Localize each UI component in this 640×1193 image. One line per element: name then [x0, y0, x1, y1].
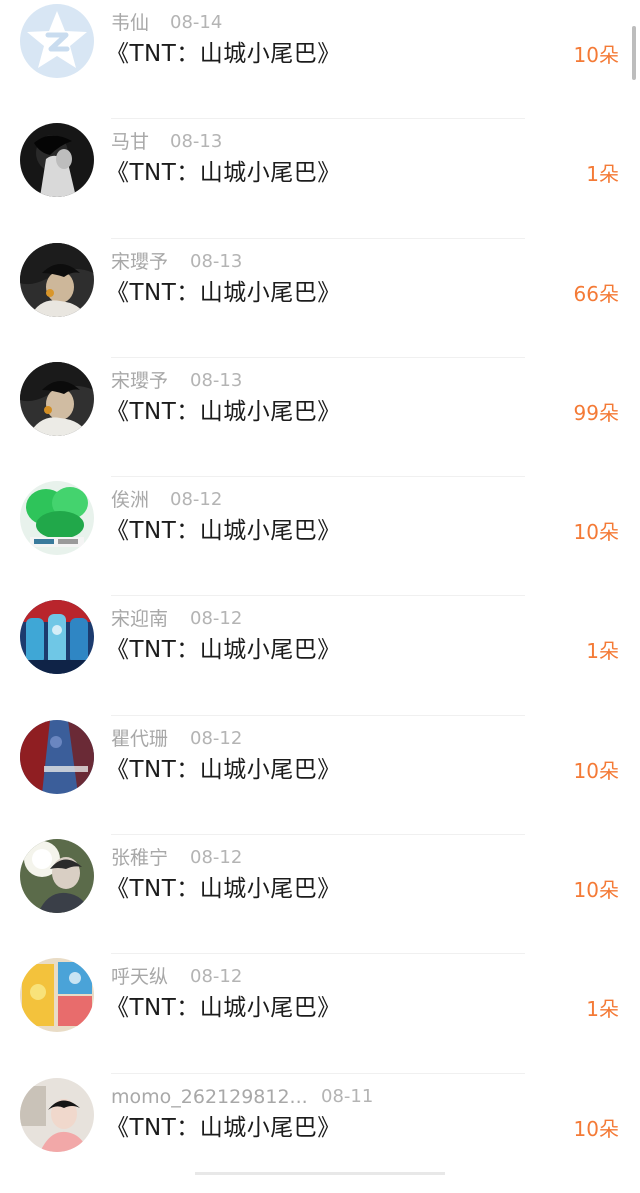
gift-date: 08-13 [190, 250, 243, 272]
work-title[interactable]: 《TNT：山城小尾巴》 [106, 1112, 341, 1144]
gift-date: 08-12 [190, 966, 243, 988]
avatar[interactable] [20, 4, 94, 78]
list-item[interactable]: 宋迎南 08-12 《TNT：山城小尾巴》 1朵 [0, 596, 640, 716]
user-photo-avatar-icon [20, 839, 94, 914]
list-item[interactable]: 宋瓔予 08-13 《TNT：山城小尾巴》 99朵 [0, 358, 640, 478]
flower-count: 99朵 [573, 400, 619, 425]
list-item[interactable]: 韦仙 08-14 《TNT：山城小尾巴》 10朵 [0, 0, 640, 120]
list-item[interactable]: 瞿代珊 08-12 《TNT：山城小尾巴》 10朵 [0, 716, 640, 836]
scrollbar[interactable] [632, 26, 636, 80]
gift-date: 08-13 [190, 369, 243, 391]
gift-record-list: 韦仙 08-14 《TNT：山城小尾巴》 10朵 马甘 08-13 《TNT：山… [0, 0, 640, 1193]
list-item[interactable]: 马甘 08-13 《TNT：山城小尾巴》 1朵 [0, 119, 640, 239]
user-photo-avatar-icon [20, 600, 94, 675]
avatar[interactable] [20, 481, 94, 556]
flower-count: 1朵 [586, 997, 619, 1022]
user-name[interactable]: 宋瓔予 [111, 249, 168, 275]
list-item[interactable]: 宋瓔予 08-13 《TNT：山城小尾巴》 66朵 [0, 239, 640, 358]
gift-date: 08-12 [190, 727, 243, 749]
avatar[interactable] [20, 1077, 94, 1152]
user-name[interactable]: 宋迎南 [111, 606, 168, 632]
work-title[interactable]: 《TNT：山城小尾巴》 [106, 754, 341, 786]
user-name[interactable]: 呼天纵 [111, 964, 168, 990]
work-title[interactable]: 《TNT：山城小尾巴》 [106, 396, 341, 428]
list-item[interactable]: 俟洲 08-12 《TNT：山城小尾巴》 10朵 [0, 477, 640, 597]
flower-count: 10朵 [573, 878, 619, 903]
gift-date: 08-12 [190, 608, 243, 630]
flower-count: 10朵 [573, 43, 619, 67]
work-title[interactable]: 《TNT：山城小尾巴》 [106, 992, 341, 1024]
avatar[interactable] [20, 123, 94, 198]
avatar[interactable] [20, 361, 94, 436]
user-name[interactable]: momo_262129812... [111, 1084, 308, 1110]
user-photo-avatar-icon [20, 123, 94, 198]
user-name[interactable]: 宋瓔予 [111, 368, 168, 394]
user-photo-avatar-icon [20, 1077, 94, 1152]
flower-count: 10朵 [573, 1116, 619, 1141]
work-title[interactable]: 《TNT：山城小尾巴》 [106, 515, 341, 547]
flower-count: 66朵 [573, 281, 619, 306]
user-photo-avatar-icon [20, 361, 94, 436]
work-title[interactable]: 《TNT：山城小尾巴》 [106, 157, 341, 189]
user-name[interactable]: 马甘 [111, 129, 149, 155]
flower-count: 10朵 [573, 758, 619, 783]
gift-date: 08-12 [170, 489, 223, 511]
work-title[interactable]: 《TNT：山城小尾巴》 [106, 38, 341, 70]
avatar[interactable] [20, 242, 94, 317]
list-item[interactable]: 呼天纵 08-12 《TNT：山城小尾巴》 1朵 [0, 954, 640, 1074]
gift-date: 08-13 [170, 131, 223, 153]
list-item[interactable]: 张稚宁 08-12 《TNT：山城小尾巴》 10朵 [0, 835, 640, 955]
work-title[interactable]: 《TNT：山城小尾巴》 [106, 277, 341, 309]
flower-count: 1朵 [586, 162, 619, 187]
user-name[interactable]: 俟洲 [111, 487, 149, 513]
flower-count: 1朵 [586, 639, 619, 664]
gift-date: 08-14 [170, 12, 223, 33]
user-name[interactable]: 韦仙 [111, 10, 149, 36]
flower-count: 10朵 [573, 520, 619, 545]
user-name[interactable]: 瞿代珊 [111, 726, 168, 752]
qq-default-avatar-icon [20, 4, 94, 78]
user-photo-avatar-icon [20, 481, 94, 556]
avatar[interactable] [20, 600, 94, 675]
user-photo-avatar-icon [20, 958, 94, 1033]
gift-date: 08-11 [321, 1085, 374, 1107]
list-item[interactable]: momo_262129812... 08-11 《TNT：山城小尾巴》 10朵 [0, 1074, 640, 1193]
user-photo-avatar-icon [20, 719, 94, 794]
avatar[interactable] [20, 958, 94, 1033]
avatar[interactable] [20, 839, 94, 914]
avatar[interactable] [20, 719, 94, 794]
gift-date: 08-12 [190, 847, 243, 869]
user-name[interactable]: 张稚宁 [111, 845, 168, 871]
work-title[interactable]: 《TNT：山城小尾巴》 [106, 634, 341, 666]
work-title[interactable]: 《TNT：山城小尾巴》 [106, 873, 341, 905]
user-photo-avatar-icon [20, 242, 94, 317]
